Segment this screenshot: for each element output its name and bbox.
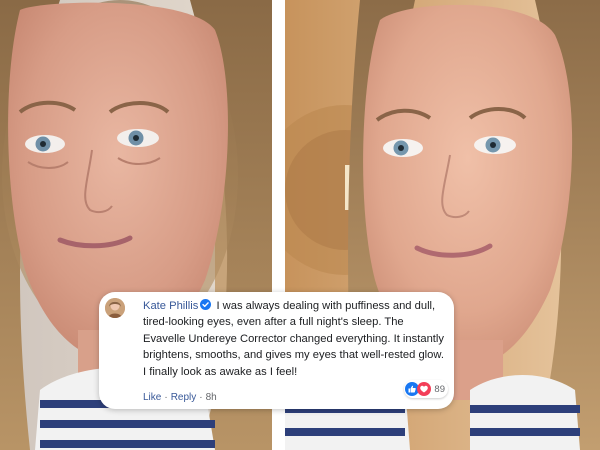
separator-dot: ·: [199, 392, 203, 403]
comment-actions: Like · Reply · 8h: [143, 392, 217, 403]
love-heart-icon: [417, 382, 432, 396]
comment-timestamp[interactable]: 8h: [206, 392, 217, 403]
reaction-count: 89: [434, 383, 445, 395]
like-link[interactable]: Like: [143, 392, 161, 403]
comment-text-block: Kate Phillis I was always dealing with p…: [143, 298, 445, 380]
separator-dot: ·: [164, 392, 168, 403]
avatar[interactable]: [105, 298, 125, 318]
comment-author[interactable]: Kate Phillis: [143, 300, 198, 312]
avatar-image: [105, 298, 125, 318]
verified-badge-icon: [200, 299, 212, 310]
facebook-comment: Kate Phillis I was always dealing with p…: [99, 292, 454, 409]
reply-link[interactable]: Reply: [171, 392, 197, 403]
reactions-summary[interactable]: 89: [404, 380, 448, 398]
